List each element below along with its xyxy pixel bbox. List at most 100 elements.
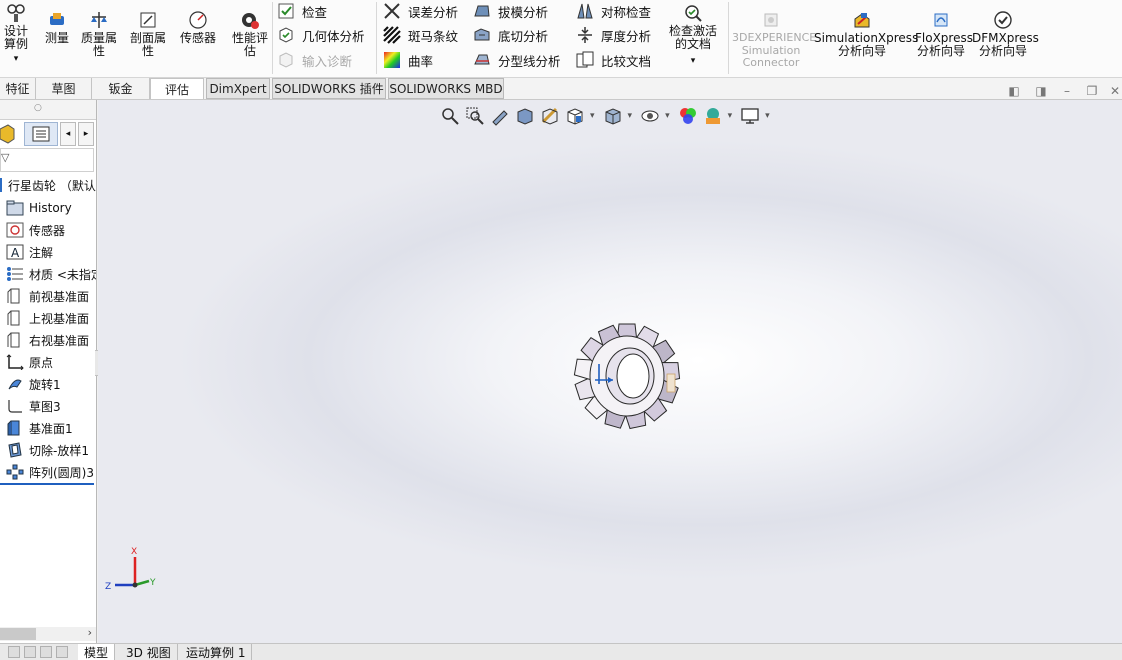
tree-item-origin[interactable]: 原点 — [0, 351, 96, 373]
restore-icon[interactable]: ❐ — [1085, 84, 1099, 98]
part-icon — [0, 178, 2, 192]
tree-item-material[interactable]: 材质 <未指定> — [0, 263, 96, 285]
tab-model[interactable]: 模型 — [78, 644, 116, 660]
tree-root-part[interactable]: 行星齿轮 （默认< — [0, 175, 96, 195]
tree-item-sketch3[interactable]: 草图3 — [0, 395, 96, 417]
previous-view-icon[interactable] — [490, 106, 510, 126]
bevel-gear-model[interactable] — [573, 318, 683, 434]
chevron-down-icon[interactable]: ▾ — [628, 111, 633, 121]
hide-show-items-icon[interactable] — [640, 106, 660, 126]
floxpress-button[interactable]: FloXpress 分析向导 — [914, 10, 973, 58]
tab-solidworks-mbd[interactable]: SOLIDWORKS MBD — [388, 78, 504, 99]
pane-left-icon[interactable]: ◧ — [1007, 84, 1021, 98]
scrollbar-thumb[interactable] — [0, 628, 36, 640]
coordinate-triad: X Z Y — [105, 547, 156, 592]
tab-motion-study-1[interactable]: 运动算例 1 — [180, 644, 253, 660]
apply-scene-icon[interactable] — [703, 106, 723, 126]
zebra-stripes-button[interactable]: 斑马条纹 — [382, 24, 458, 46]
scroll-right-icon[interactable]: ▸ — [78, 122, 94, 146]
geometry-analysis-button[interactable]: 几何体分析 — [276, 24, 365, 46]
chevron-down-icon[interactable]: ▾ — [665, 111, 670, 121]
tab-sheet-metal[interactable]: 钣金 — [92, 78, 150, 99]
thickness-analysis-button[interactable]: 厚度分析 — [575, 24, 651, 46]
parting-line-analysis-button[interactable]: 分型线分析 — [472, 49, 561, 71]
check-active-doc-button[interactable]: 检查激活的文档 ▾ — [664, 3, 722, 68]
tree-item-annotations[interactable]: A 注解 — [0, 241, 96, 263]
rollback-bar[interactable] — [0, 483, 94, 485]
tree-item-top-plane[interactable]: 上视基准面 — [0, 307, 96, 329]
simulationxpress-icon — [852, 10, 872, 30]
tree-item-circular-pattern3[interactable]: 阵列(圆周)3 — [0, 461, 96, 483]
tree-filter-input[interactable]: ▽ — [0, 148, 94, 172]
section-properties-button[interactable]: 剖面属性 — [126, 10, 170, 58]
tree-horizontal-scrollbar[interactable]: › — [0, 626, 96, 641]
tree-item-plane1[interactable]: 基准面1 — [0, 417, 96, 439]
zoom-to-area-icon[interactable] — [465, 106, 485, 126]
performance-eval-button[interactable]: 性能评估 — [228, 10, 272, 58]
zoom-to-fit-icon[interactable] — [440, 106, 460, 126]
previous-tab-icon[interactable] — [24, 646, 36, 658]
curvature-button[interactable]: 曲率 — [382, 49, 433, 71]
tab-evaluate[interactable]: 评估 — [150, 78, 204, 99]
chevron-down-icon[interactable]: ▾ — [590, 111, 595, 121]
close-icon[interactable]: ✕ — [1108, 84, 1122, 98]
graphics-area[interactable]: ▾ ▾ ▾ ▾ ▾ X Z Y — [98, 100, 1122, 643]
triad-z-label: Z — [105, 582, 111, 592]
display-style-icon[interactable] — [603, 106, 623, 126]
chevron-down-icon[interactable]: ▾ — [765, 111, 770, 121]
view-settings-monitor-icon[interactable] — [740, 106, 760, 126]
tab-solidworks-addins[interactable]: SOLIDWORKS 插件 — [272, 78, 386, 99]
tab-dimxpert[interactable]: DimXpert — [206, 78, 270, 99]
section-view-icon[interactable] — [515, 106, 535, 126]
pane-right-icon[interactable]: ◨ — [1034, 84, 1048, 98]
chevron-down-icon[interactable]: ▾ — [691, 55, 696, 68]
tree-item-right-plane[interactable]: 右视基准面 — [0, 329, 96, 351]
first-tab-icon[interactable] — [8, 646, 20, 658]
tree-item-cut-loft1[interactable]: 切除-放样1 — [0, 439, 96, 461]
next-tab-icon[interactable] — [40, 646, 52, 658]
curvature-icon — [382, 50, 402, 70]
propertymanager-tab-icon[interactable] — [24, 122, 58, 146]
scroll-right-arrow-icon[interactable]: › — [88, 626, 92, 639]
undercut-analysis-button[interactable]: 底切分析 — [472, 24, 548, 46]
simulationxpress-button[interactable]: SimulationXpress 分析向导 — [814, 10, 918, 58]
mass-properties-button[interactable]: 质量属性 — [78, 10, 120, 58]
tab-features[interactable]: 特征 — [0, 78, 36, 99]
minimize-icon[interactable]: – — [1060, 84, 1074, 98]
plane-icon — [5, 287, 25, 305]
scroll-left-icon[interactable]: ◂ — [60, 122, 76, 146]
draft-analysis-button[interactable]: 拔模分析 — [472, 0, 548, 22]
tree-item-history[interactable]: History — [0, 197, 96, 219]
tree-item-label: 基准面1 — [29, 421, 73, 436]
dfmxpress-button[interactable]: DFMXpress 分析向导 — [972, 10, 1039, 58]
featuremanager-tab-icon[interactable] — [0, 122, 18, 146]
tab-3d-views[interactable]: 3D 视图 — [120, 644, 178, 660]
deviation-analysis-button[interactable]: 误差分析 — [382, 0, 458, 22]
import-diagnostics-button[interactable]: 输入诊断 — [276, 49, 352, 71]
tree-item-label: 切除-放样1 — [29, 443, 89, 458]
floxpress-label: FloXpress 分析向导 — [915, 31, 973, 58]
sensors-button[interactable]: 传感器 — [176, 10, 220, 45]
chevron-down-icon[interactable]: ▾ — [728, 111, 733, 121]
chevron-down-icon[interactable]: ▾ — [14, 53, 19, 66]
edit-appearance-icon[interactable] — [678, 106, 698, 126]
symmetry-check-button[interactable]: 对称检查 — [575, 0, 651, 22]
measure-button[interactable]: 测量 — [42, 10, 72, 45]
simulation-connector-button[interactable]: 3DEXPERIENCE Simulation Connector — [731, 10, 816, 70]
last-tab-icon[interactable] — [56, 646, 68, 658]
compare-documents-button[interactable]: 比较文档 — [575, 49, 651, 71]
check-button[interactable]: 检查 — [276, 0, 327, 22]
deviation-analysis-icon — [382, 1, 402, 21]
panel-grip-icon[interactable]: ○ — [34, 103, 42, 113]
tree-item-sensors[interactable]: 传感器 — [0, 219, 96, 241]
tab-sketch[interactable]: 草图 — [36, 78, 92, 99]
draft-analysis-label: 拔模分析 — [498, 4, 549, 20]
dynamic-annotation-icon[interactable] — [540, 106, 560, 126]
view-orientation-icon[interactable] — [565, 106, 585, 126]
tree-item-revolve1[interactable]: 旋转1 — [0, 373, 96, 395]
design-study-button[interactable]: 设计算例 ▾ — [0, 3, 32, 66]
dfmxpress-check-icon — [993, 10, 1013, 30]
tree-item-front-plane[interactable]: 前视基准面 — [0, 285, 96, 307]
feature-manager-panel: ○ ◂ ▸ ▽ 行星齿轮 （默认< History 传感器 A 注解 材质 <未… — [0, 100, 103, 643]
geometry-analysis-icon — [276, 25, 296, 45]
